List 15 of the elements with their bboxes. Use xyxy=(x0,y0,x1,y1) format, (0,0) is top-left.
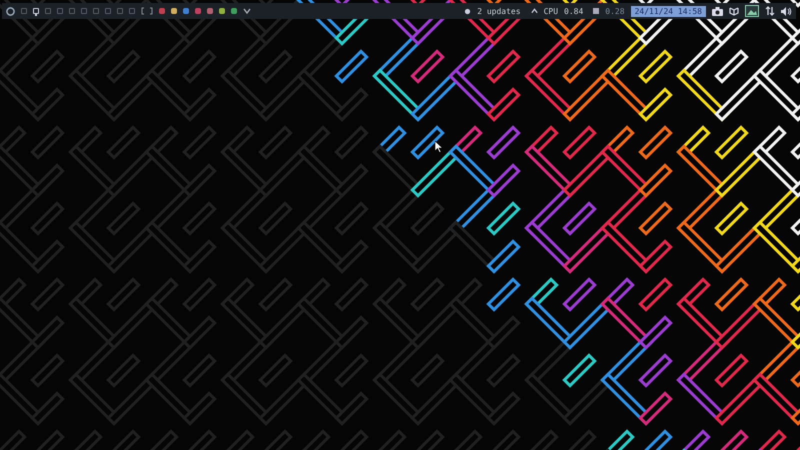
launcher-icon[interactable] xyxy=(6,6,15,16)
memory-value: 0.28 xyxy=(605,6,625,16)
volume-icon[interactable] xyxy=(781,6,792,16)
box-icon[interactable] xyxy=(729,6,739,16)
updates-text: 2 updates xyxy=(477,6,521,16)
mouse-pointer-icon xyxy=(435,141,443,153)
clock[interactable]: 24/11/24 14:58 xyxy=(630,6,706,16)
network-arrows-icon[interactable] xyxy=(765,6,775,16)
cpu-value: 0.84 xyxy=(564,6,584,16)
camera-icon[interactable] xyxy=(712,6,723,16)
chevron-down-icon[interactable] xyxy=(243,7,251,15)
image-icon[interactable] xyxy=(745,5,759,17)
cpu-label: CPU xyxy=(544,6,558,16)
layout-icon[interactable] xyxy=(141,7,153,15)
caret-up-icon xyxy=(530,8,538,14)
